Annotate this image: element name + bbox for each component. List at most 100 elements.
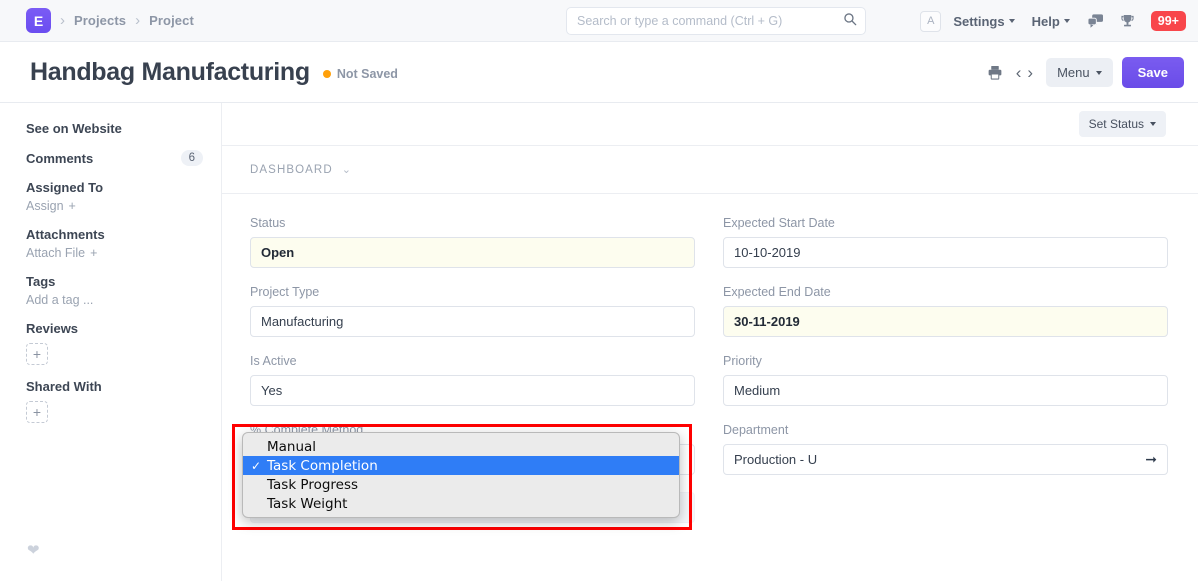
sidebar: See on Website Comments 6 Assigned To As… bbox=[0, 103, 222, 581]
plus-icon: + bbox=[90, 246, 97, 260]
print-icon[interactable] bbox=[987, 65, 1003, 80]
sidebar-section-reviews: Reviews + bbox=[26, 321, 221, 365]
field-expected-end-date: Expected End Date 30-11-2019 bbox=[723, 285, 1168, 337]
shared-with-label: Shared With bbox=[26, 379, 221, 394]
field-expected-end-date-label: Expected End Date bbox=[723, 285, 1168, 299]
chevron-down-icon bbox=[1096, 71, 1102, 75]
app-logo[interactable]: E bbox=[26, 8, 51, 33]
set-status-label: Set Status bbox=[1089, 117, 1144, 131]
dropdown-option-label: Manual bbox=[267, 439, 316, 455]
field-department-value: Production - U bbox=[734, 452, 817, 467]
breadcrumb-separator-icon: › bbox=[135, 12, 140, 29]
avatar[interactable]: A bbox=[920, 11, 941, 32]
page-title: Handbag Manufacturing bbox=[30, 58, 310, 87]
dashboard-section-label: DASHBOARD bbox=[250, 164, 333, 176]
attach-file-button[interactable]: Attach File + bbox=[26, 246, 221, 260]
chevron-down-icon[interactable]: ⌄ bbox=[342, 163, 351, 176]
dropdown-option-task-weight[interactable]: Task Weight bbox=[243, 494, 679, 513]
set-status-bar: Set Status bbox=[222, 103, 1198, 146]
field-project-type-label: Project Type bbox=[250, 285, 695, 299]
field-priority: Priority Medium bbox=[723, 354, 1168, 406]
open-link-icon[interactable]: ➞ bbox=[1145, 451, 1157, 468]
search-icon[interactable] bbox=[843, 12, 857, 31]
dropdown-option-task-progress[interactable]: Task Progress bbox=[243, 475, 679, 494]
section-header[interactable]: DASHBOARD ⌄ bbox=[222, 146, 1198, 194]
field-department-input[interactable]: Production - U ➞ bbox=[723, 444, 1168, 475]
dropdown-option-label: Task Weight bbox=[267, 496, 347, 512]
attach-file-label: Attach File bbox=[26, 246, 85, 260]
help-label: Help bbox=[1032, 14, 1060, 29]
global-search[interactable] bbox=[566, 7, 866, 35]
status-badge: Not Saved bbox=[323, 67, 398, 81]
menu-button[interactable]: Menu bbox=[1046, 58, 1113, 87]
field-department: Department Production - U ➞ bbox=[723, 423, 1168, 475]
breadcrumb-project[interactable]: Project bbox=[149, 13, 194, 28]
next-button[interactable]: › bbox=[1024, 63, 1036, 83]
sidebar-section-tags: Tags Add a tag ... bbox=[26, 274, 221, 307]
heart-icon[interactable]: ❤ bbox=[27, 541, 40, 559]
add-review-button[interactable]: + bbox=[26, 343, 48, 365]
field-project-type: Project Type Manufacturing bbox=[250, 285, 695, 337]
save-button[interactable]: Save bbox=[1122, 57, 1184, 88]
attachments-label: Attachments bbox=[26, 227, 221, 242]
reviews-label: Reviews bbox=[26, 321, 221, 336]
prev-button[interactable]: ‹ bbox=[1013, 63, 1025, 83]
field-expected-end-date-input[interactable]: 30-11-2019 bbox=[723, 306, 1168, 337]
field-status-label: Status bbox=[250, 216, 695, 230]
tags-label: Tags bbox=[26, 274, 221, 289]
dropdown-option-label: Task Progress bbox=[267, 477, 358, 493]
percent-complete-method-dropdown[interactable]: Manual ✓ Task Completion Task Progress T… bbox=[242, 432, 680, 518]
sidebar-section-assigned-to: Assigned To Assign + bbox=[26, 180, 221, 213]
chevron-down-icon bbox=[1009, 19, 1015, 23]
sidebar-item-comments[interactable]: Comments 6 bbox=[26, 150, 221, 166]
field-status: Status Open bbox=[250, 216, 695, 268]
field-project-type-input[interactable]: Manufacturing bbox=[250, 306, 695, 337]
sidebar-section-shared-with: Shared With + bbox=[26, 379, 221, 423]
field-expected-start-date-label: Expected Start Date bbox=[723, 216, 1168, 230]
set-status-button[interactable]: Set Status bbox=[1079, 111, 1166, 137]
search-input[interactable] bbox=[577, 14, 843, 28]
assign-label: Assign bbox=[26, 199, 64, 213]
help-menu[interactable]: Help bbox=[1032, 14, 1070, 29]
breadcrumb-separator-icon: › bbox=[60, 12, 65, 29]
trophy-icon[interactable] bbox=[1120, 14, 1135, 29]
menu-button-label: Menu bbox=[1057, 65, 1090, 80]
status-badge-label: Not Saved bbox=[337, 67, 398, 81]
navbar-right: A Settings Help 99+ bbox=[920, 0, 1186, 42]
form-column-right: Expected Start Date 10-10-2019 Expected … bbox=[723, 216, 1168, 540]
comments-count: 6 bbox=[181, 150, 203, 166]
comments-label: Comments bbox=[26, 151, 93, 166]
field-priority-label: Priority bbox=[723, 354, 1168, 368]
field-is-active: Is Active Yes bbox=[250, 354, 695, 406]
sidebar-section-attachments: Attachments Attach File + bbox=[26, 227, 221, 260]
top-navbar: E › Projects › Project A Settings Help bbox=[0, 0, 1198, 42]
page-titlebar: Handbag Manufacturing Not Saved ‹ › Menu… bbox=[0, 42, 1198, 103]
add-tag-input[interactable]: Add a tag ... bbox=[26, 293, 221, 307]
settings-menu[interactable]: Settings bbox=[953, 14, 1014, 29]
field-is-active-input[interactable]: Yes bbox=[250, 375, 695, 406]
breadcrumb-projects[interactable]: Projects bbox=[74, 13, 126, 28]
field-status-input[interactable]: Open bbox=[250, 237, 695, 268]
field-priority-input[interactable]: Medium bbox=[723, 375, 1168, 406]
add-shared-user-button[interactable]: + bbox=[26, 401, 48, 423]
status-dot-icon bbox=[323, 70, 331, 78]
field-expected-start-date-input[interactable]: 10-10-2019 bbox=[723, 237, 1168, 268]
check-icon: ✓ bbox=[251, 459, 267, 473]
field-expected-start-date: Expected Start Date 10-10-2019 bbox=[723, 216, 1168, 268]
chevron-down-icon bbox=[1064, 19, 1070, 23]
chat-icon[interactable] bbox=[1087, 14, 1104, 29]
assign-button[interactable]: Assign + bbox=[26, 199, 221, 213]
dropdown-option-task-completion[interactable]: ✓ Task Completion bbox=[243, 456, 679, 475]
sidebar-item-see-on-website[interactable]: See on Website bbox=[26, 121, 221, 136]
assigned-to-label: Assigned To bbox=[26, 180, 221, 195]
titlebar-actions: ‹ › Menu Save bbox=[987, 42, 1184, 103]
see-on-website-label: See on Website bbox=[26, 121, 221, 136]
field-is-active-label: Is Active bbox=[250, 354, 695, 368]
chevron-down-icon bbox=[1150, 122, 1156, 126]
dropdown-option-manual[interactable]: Manual bbox=[243, 437, 679, 456]
dropdown-option-label: Task Completion bbox=[267, 458, 378, 474]
notification-badge[interactable]: 99+ bbox=[1151, 11, 1186, 32]
settings-label: Settings bbox=[953, 14, 1004, 29]
plus-icon: + bbox=[69, 199, 76, 213]
field-department-label: Department bbox=[723, 423, 1168, 437]
